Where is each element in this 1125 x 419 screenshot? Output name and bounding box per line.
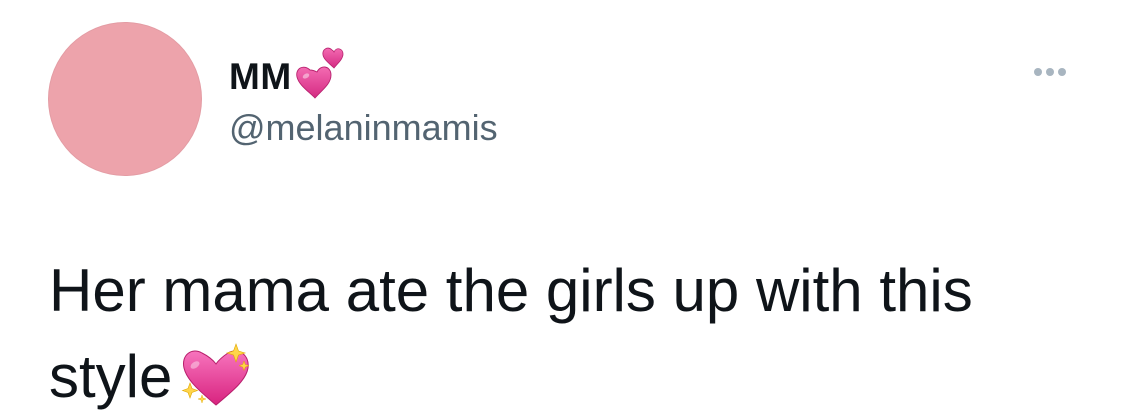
more-options-icon bbox=[1058, 68, 1066, 76]
avatar[interactable] bbox=[48, 22, 202, 176]
author-handle[interactable]: @melaninmamis bbox=[229, 108, 498, 148]
two-hearts-icon bbox=[295, 47, 344, 99]
more-options-icon bbox=[1046, 68, 1054, 76]
tweet-card: MM @melaninmamis Her mama ate the girls … bbox=[0, 0, 1125, 419]
more-options-button[interactable] bbox=[1022, 56, 1078, 88]
display-name[interactable]: MM bbox=[229, 58, 292, 95]
sparkling-heart-icon bbox=[181, 343, 251, 406]
more-options-icon bbox=[1034, 68, 1042, 76]
author-name-row[interactable]: MM bbox=[229, 46, 346, 106]
tweet-text: Her mama ate the girls up with this styl… bbox=[49, 248, 1089, 419]
